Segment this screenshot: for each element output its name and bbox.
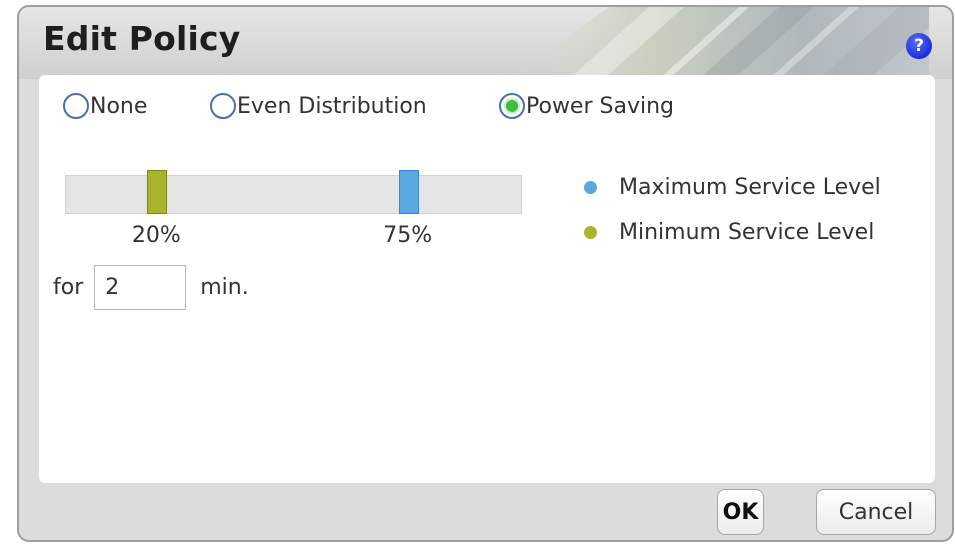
- legend-blue-dot: [584, 181, 597, 194]
- radio-label-power-saving: Power Saving: [526, 93, 674, 119]
- legend-min-service-level: Minimum Service Level: [584, 220, 874, 245]
- duration-input[interactable]: [94, 265, 187, 310]
- duration-unit-label: min.: [200, 275, 249, 300]
- dialog-body: None Even Distribution Power Saving 20% …: [39, 75, 935, 483]
- header-decoration: [509, 7, 929, 79]
- max-service-level-handle[interactable]: [398, 170, 419, 214]
- radio-power-saving[interactable]: Power Saving: [499, 93, 674, 119]
- radio-even-distribution[interactable]: Even Distribution: [210, 93, 427, 119]
- radio-circle[interactable]: [63, 93, 89, 119]
- duration-row: for min.: [53, 265, 249, 310]
- radio-selected-dot: [506, 100, 518, 112]
- min-service-level-handle[interactable]: [147, 170, 168, 214]
- max-service-level-value: 75%: [383, 223, 433, 248]
- edit-policy-dialog: Edit Policy ? None Even Distribution Pow…: [17, 5, 954, 542]
- legend-green-dot: [584, 226, 597, 239]
- policy-radio-group: None Even Distribution Power Saving: [39, 75, 935, 119]
- radio-circle[interactable]: [210, 93, 236, 119]
- duration-prefix-label: for: [53, 275, 84, 300]
- service-level-slider[interactable]: [65, 170, 522, 214]
- dialog-header: Edit Policy ?: [19, 7, 952, 79]
- help-icon[interactable]: ?: [906, 33, 932, 59]
- dialog-title: Edit Policy: [43, 19, 241, 58]
- radio-label-none: None: [90, 93, 148, 119]
- cancel-button[interactable]: Cancel: [816, 489, 936, 535]
- min-service-level-value: 20%: [131, 223, 181, 248]
- radio-none[interactable]: None: [63, 93, 147, 119]
- radio-circle-selected[interactable]: [499, 93, 525, 119]
- radio-label-even-distribution: Even Distribution: [237, 93, 427, 119]
- legend-max-service-level: Maximum Service Level: [584, 175, 881, 200]
- ok-button[interactable]: OK: [717, 489, 764, 535]
- legend-label-max: Maximum Service Level: [619, 175, 881, 200]
- legend-label-min: Minimum Service Level: [619, 220, 875, 245]
